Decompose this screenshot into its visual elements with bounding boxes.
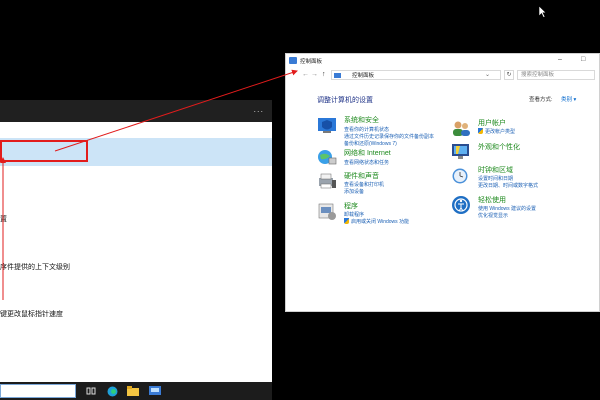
- annotation-arrows: [0, 69, 298, 300]
- annotation-arrow: [54, 69, 298, 152]
